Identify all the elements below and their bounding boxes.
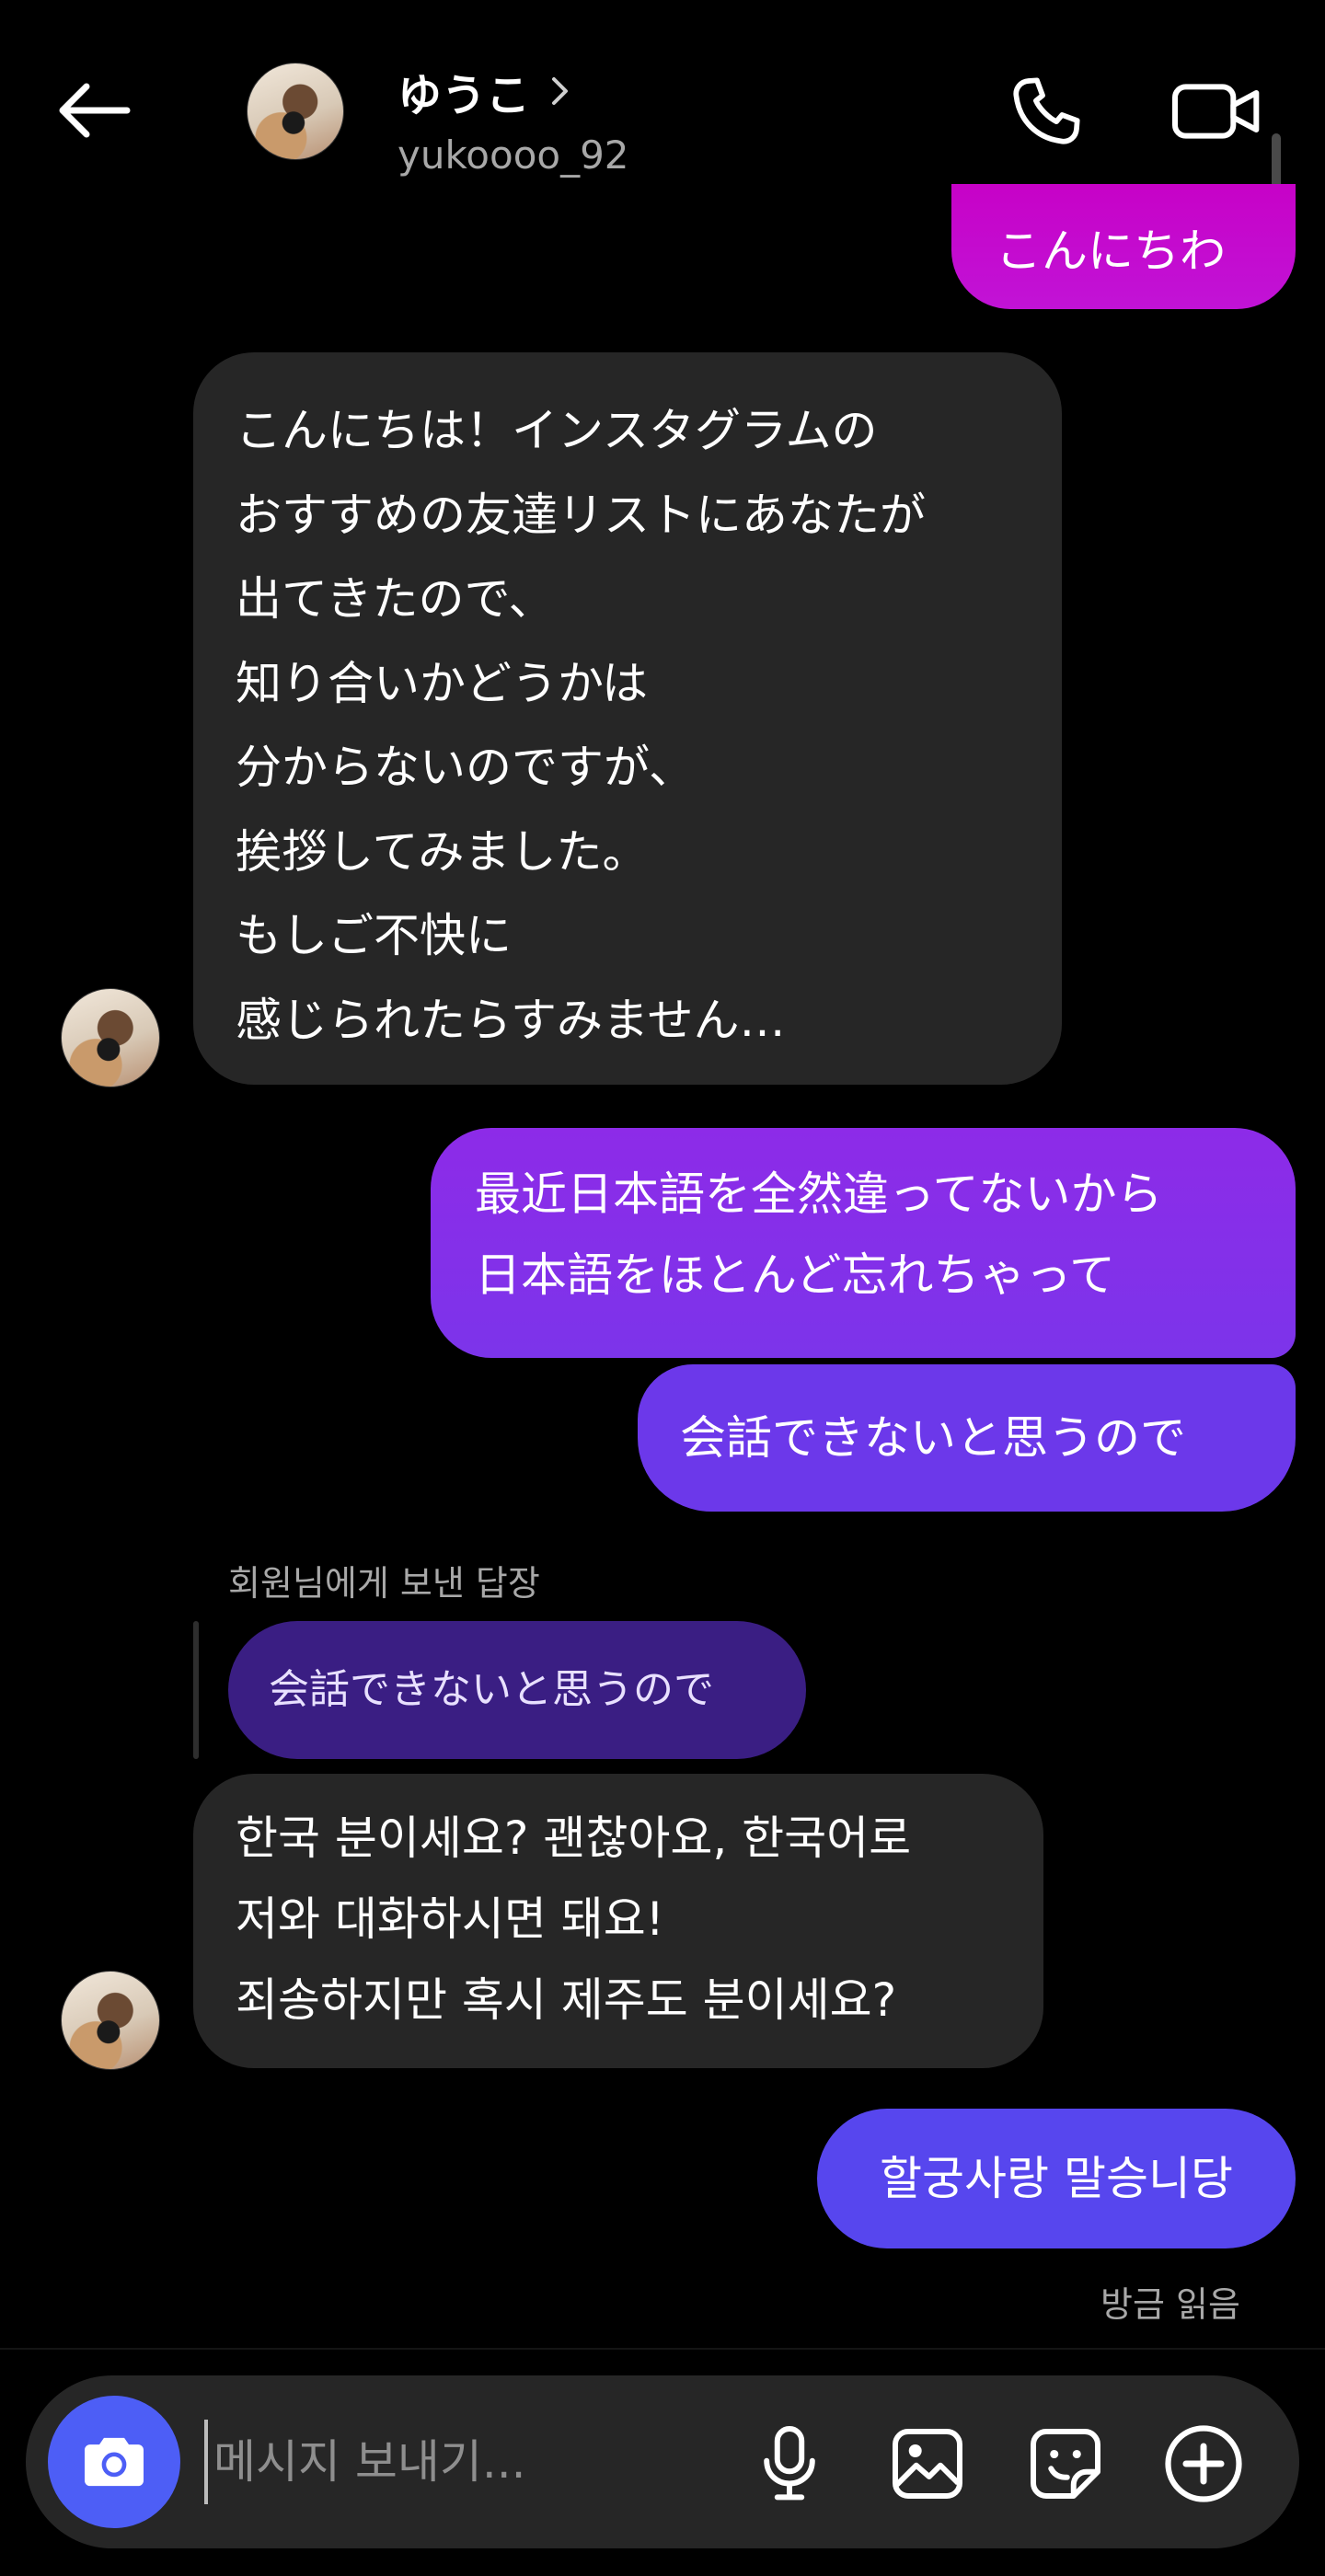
sticker-button[interactable] [1020, 2418, 1112, 2510]
message-line: もしご不快に [236, 909, 512, 962]
sender-avatar[interactable] [61, 1971, 160, 2070]
received-message-bubble[interactable]: こんにちは！インスタグラムの おすすめの友達リストにあなたが 出てきたので、 知… [193, 352, 1062, 1085]
chevron-right-icon [552, 77, 569, 105]
message-input[interactable] [204, 2420, 731, 2504]
camera-icon [85, 2437, 144, 2487]
message-line: 出てきたので、 [236, 572, 555, 626]
back-arrow-icon [59, 83, 131, 138]
back-button[interactable] [48, 74, 140, 147]
contact-username: yukoooo_92 [398, 132, 629, 178]
read-receipt: 방금 읽음 [1100, 2284, 1240, 2325]
sent-message-bubble[interactable]: 할궁사랑 말승니당 [817, 2109, 1296, 2248]
message-text: 할궁사랑 말승니당 [880, 2152, 1233, 2205]
message-line: 分からないのですが、 [236, 741, 695, 794]
divider [0, 2348, 1325, 2350]
more-options-button[interactable] [1158, 2418, 1250, 2510]
camera-button[interactable] [48, 2396, 180, 2528]
received-message-bubble[interactable]: 한국 분이세요? 괜찮아요, 한국어로 저와 대화하시면 돼요! 죄송하지만 혹… [193, 1774, 1043, 2068]
message-line: 日本語をほとんど忘れちゃって [475, 1248, 1115, 1302]
message-line: 한국 분이세요? 괜찮아요, 한국어로 [236, 1811, 912, 1865]
chat-header: ゆうこ yukoooo_92 [0, 0, 1325, 212]
contact-name: ゆうこ [398, 70, 531, 121]
quoted-message-text: 会話できないと思うので [269, 1666, 714, 1713]
sent-message-bubble[interactable]: こんにちわ [951, 184, 1296, 309]
reply-label: 회원님에게 보낸 답장 [228, 1563, 540, 1604]
plus-circle-icon [1165, 2425, 1242, 2502]
message-line: 知り合いかどうかは [236, 656, 648, 710]
voice-message-button[interactable] [743, 2418, 835, 2510]
sent-message-bubble[interactable]: 最近日本語を全然違ってないから 日本語をほとんど忘れちゃって [431, 1128, 1296, 1358]
sticker-icon [1031, 2429, 1100, 2499]
avatar[interactable] [247, 63, 344, 160]
message-line: 죄송하지만 혹시 제주도 분이세요? [236, 1973, 897, 2027]
gallery-button[interactable] [881, 2418, 974, 2510]
image-icon [893, 2429, 962, 2499]
voice-call-button[interactable] [1005, 70, 1088, 153]
quoted-message[interactable]: 会話できないと思うので [228, 1621, 806, 1759]
message-line: 挨拶してみました。 [236, 824, 649, 879]
message-line: こんにちは！インスタグラムの [236, 404, 878, 457]
sender-avatar[interactable] [61, 988, 160, 1087]
message-line: 感じられたらすみません… [236, 993, 786, 1047]
message-line: 저와 대화하시면 돼요! [236, 1892, 664, 1946]
message-line: おすすめの友達リストにあなたが [236, 488, 926, 542]
phone-icon [1013, 77, 1080, 144]
message-text: こんにちわ [996, 224, 1226, 278]
microphone-icon [764, 2425, 815, 2501]
reply-indicator-bar [193, 1621, 199, 1759]
video-camera-icon [1172, 84, 1260, 139]
sent-message-bubble[interactable]: 会話できないと思うので [638, 1364, 1296, 1512]
message-text: 会話できないと思うので [680, 1411, 1186, 1465]
video-call-button[interactable] [1167, 70, 1266, 153]
message-line: 最近日本語を全然違ってないから [475, 1167, 1163, 1221]
contact-info[interactable]: ゆうこ yukoooo_92 [398, 59, 629, 178]
